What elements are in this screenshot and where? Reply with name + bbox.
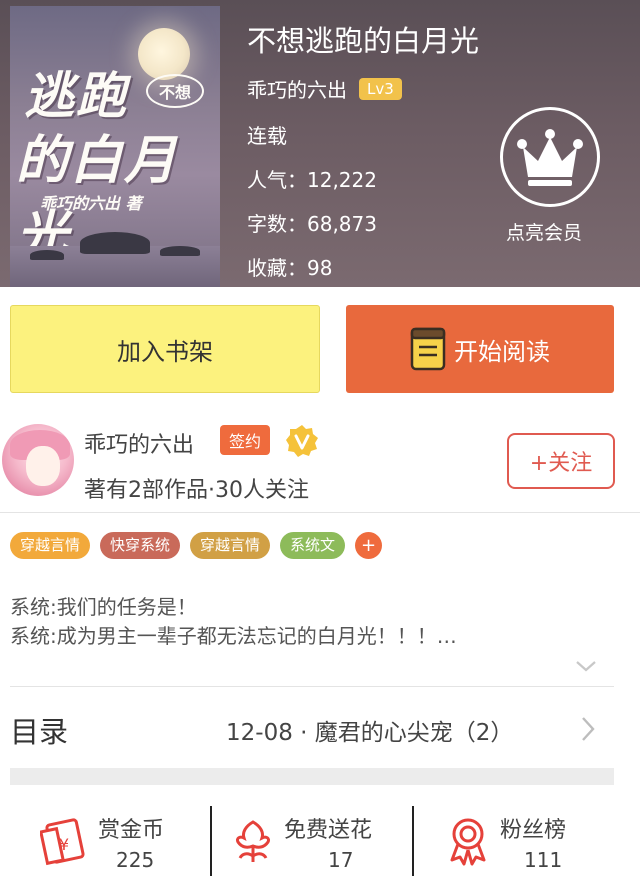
v-badge-icon (286, 425, 318, 457)
tag[interactable]: 系统文 (280, 532, 346, 559)
chevron-right-icon[interactable] (580, 715, 596, 743)
stat-separator (210, 806, 212, 876)
book-author-row[interactable]: 乖巧的六出 Lv3 (247, 74, 402, 103)
book-popularity: 人气：12,222 (247, 168, 377, 192)
book-cover[interactable]: 逃跑 不想 的白月光 乖巧的六出 著 (10, 6, 220, 287)
cover-title-badge: 不想 (146, 74, 204, 108)
book-favorites: 收藏：98 (247, 256, 333, 280)
divider (10, 686, 614, 687)
follow-button[interactable]: +关注 (507, 433, 615, 489)
section-separator (10, 768, 614, 785)
book-icon (410, 327, 446, 371)
stat-value: 17 (328, 848, 354, 872)
reward-coins-button[interactable]: ¥ 赏金币 225 (40, 806, 210, 876)
stat-separator (412, 806, 414, 876)
divider (0, 512, 640, 513)
cover-island (30, 250, 64, 260)
book-description[interactable]: 系统:我们的任务是！ 系统:成为男主一辈子都无法忘记的白月光！！！… (10, 593, 457, 651)
vip-label[interactable]: 点亮会员 (506, 218, 582, 245)
medal-icon (450, 818, 486, 866)
author-stats: 著有2部作品·30人关注 (84, 478, 309, 503)
book-word-count: 字数：68,873 (247, 212, 377, 236)
signed-badge: 签约 (220, 425, 271, 455)
svg-text:¥: ¥ (59, 835, 69, 854)
tag[interactable]: 穿越言情 (10, 532, 91, 559)
stat-label: 免费送花 (284, 818, 373, 843)
cover-moon (138, 28, 190, 80)
description-line: 系统:我们的任务是！ (10, 595, 197, 619)
author-avatar[interactable] (2, 424, 74, 496)
latest-chapter[interactable]: 12-08 · 魔君的心尖宠（2） (226, 713, 513, 747)
flower-icon (236, 820, 270, 862)
fan-ranking-button[interactable]: 粉丝榜 111 (446, 806, 626, 876)
toc-title[interactable]: 目录 (10, 709, 68, 751)
stat-value: 225 (116, 848, 155, 872)
stat-label: 赏金币 (98, 818, 165, 843)
book-status: 连载 (247, 124, 287, 148)
tag-list: 穿越言情 快穿系统 穿越言情 系统文 + (10, 532, 383, 559)
free-flower-button[interactable]: 免费送花 17 (232, 806, 412, 876)
add-to-shelf-button[interactable]: 加入书架 (10, 305, 320, 393)
author-name[interactable]: 乖巧的六出 (84, 427, 194, 459)
tag[interactable]: 快穿系统 (100, 532, 181, 559)
add-to-shelf-label: 加入书架 (117, 337, 213, 366)
more-tags-button[interactable]: + (355, 532, 383, 559)
stat-label: 粉丝榜 (500, 818, 567, 843)
cover-island (80, 232, 150, 254)
vip-button[interactable] (500, 107, 600, 207)
start-reading-button[interactable]: 开始阅读 (346, 305, 614, 393)
stat-value: 111 (524, 848, 563, 872)
start-reading-label: 开始阅读 (454, 337, 550, 366)
chevron-down-icon[interactable] (574, 658, 598, 674)
book-author[interactable]: 乖巧的六出 (247, 74, 347, 103)
tag[interactable]: 穿越言情 (190, 532, 271, 559)
book-title: 不想逃跑的白月光 (247, 24, 480, 58)
cover-island (160, 246, 200, 256)
red-envelope-icon: ¥ (40, 818, 85, 866)
crown-icon (517, 129, 583, 186)
level-badge: Lv3 (359, 77, 402, 100)
cover-author: 乖巧的六出 著 (40, 194, 142, 213)
avatar-face (26, 446, 60, 486)
description-line: 系统:成为男主一辈子都无法忘记的白月光！！！… (10, 624, 457, 648)
book-header: 逃跑 不想 的白月光 乖巧的六出 著 不想逃跑的白月光 乖巧的六出 Lv3 连载… (0, 0, 640, 287)
